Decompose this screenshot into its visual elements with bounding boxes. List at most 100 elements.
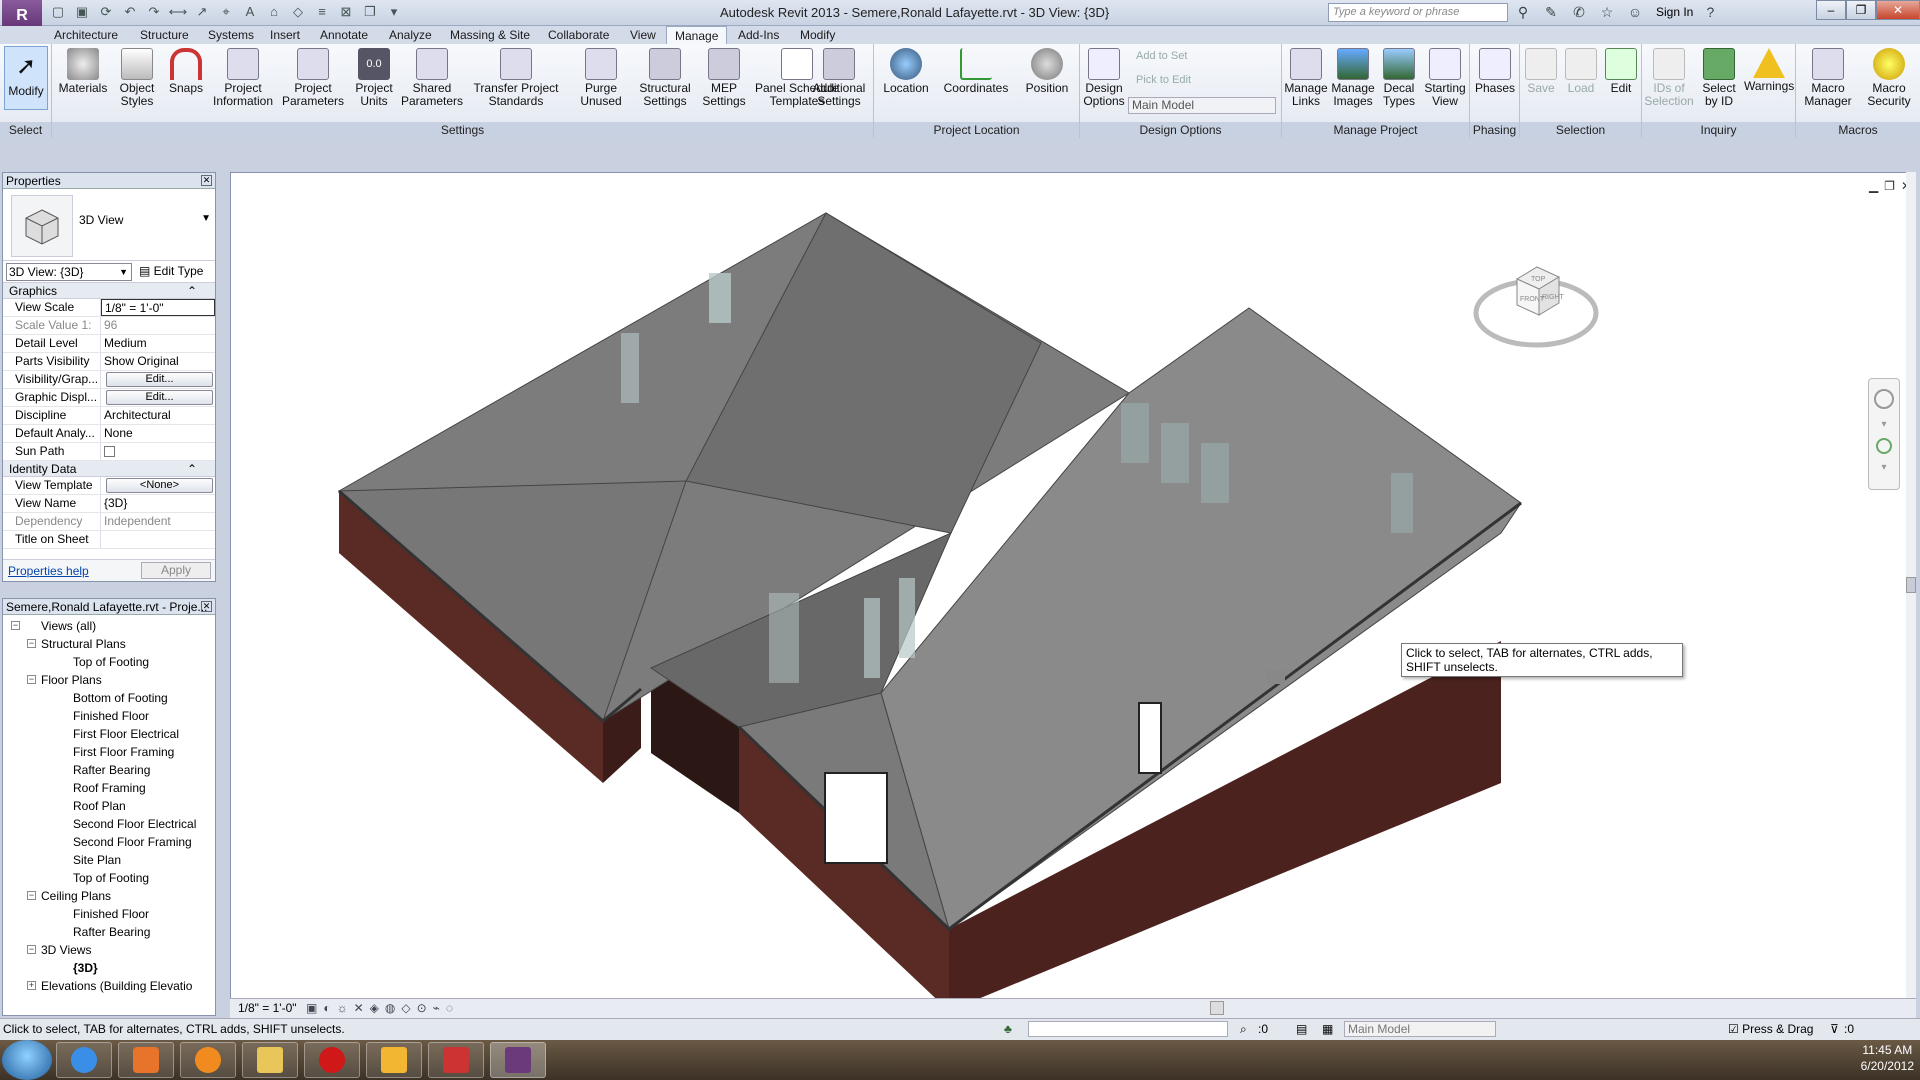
- chevron-down-icon[interactable]: ▾: [1869, 419, 1899, 430]
- property-value[interactable]: None: [101, 425, 215, 442]
- shared-parameters-button[interactable]: Shared Parameters: [400, 48, 464, 108]
- taskbar-revit[interactable]: [490, 1042, 546, 1078]
- active-design-option-select[interactable]: Main Model: [1344, 1021, 1496, 1037]
- property-edit-button[interactable]: Edit...: [106, 390, 213, 405]
- close-hidden-icon[interactable]: ⊠: [336, 3, 356, 21]
- entry-glass[interactable]: [769, 593, 799, 683]
- property-row[interactable]: View Scale 1/8" = 1'-0": [3, 299, 215, 317]
- collapse-icon[interactable]: −: [11, 621, 20, 630]
- tab-annotate[interactable]: Annotate: [312, 26, 376, 44]
- tree-item[interactable]: Roof Plan: [3, 797, 215, 815]
- clerestory-window[interactable]: [864, 598, 880, 678]
- property-value[interactable]: Edit...: [101, 389, 215, 406]
- edit-type-button[interactable]: ▤ Edit Type: [139, 264, 203, 278]
- save-selection-button[interactable]: Save: [1522, 48, 1560, 95]
- property-row[interactable]: Visibility/Grap... Edit...: [3, 371, 215, 389]
- close-button[interactable]: ✕: [1876, 0, 1920, 20]
- tab-architecture[interactable]: Architecture: [46, 26, 126, 44]
- property-row[interactable]: Discipline Architectural: [3, 407, 215, 425]
- tree-item[interactable]: − Floor Plans: [3, 671, 215, 689]
- restore-button[interactable]: ❐: [1846, 0, 1876, 20]
- group-identity-data[interactable]: Identity Data ⌃: [3, 461, 215, 477]
- property-value[interactable]: Independent: [101, 513, 215, 530]
- press-drag-checkbox[interactable]: ☑ Press & Drag: [1728, 1019, 1813, 1039]
- checkbox[interactable]: [104, 446, 115, 457]
- worksets-icon[interactable]: ♣: [1004, 1019, 1012, 1039]
- decal-types-button[interactable]: Decal Types: [1378, 48, 1420, 108]
- property-value[interactable]: [101, 531, 215, 548]
- modify-button[interactable]: ➚ Modify: [4, 46, 48, 110]
- dormer-window[interactable]: [1391, 473, 1413, 533]
- search-input[interactable]: Type a keyword or phrase: [1328, 3, 1508, 22]
- property-value[interactable]: Show Original: [101, 353, 215, 370]
- purge-unused-button[interactable]: Purge Unused: [568, 48, 634, 108]
- sun-path-checkbox[interactable]: [101, 443, 215, 460]
- phases-button[interactable]: Phases: [1474, 48, 1516, 95]
- skylight[interactable]: [621, 333, 639, 403]
- tab-structure[interactable]: Structure: [132, 26, 197, 44]
- property-edit-button[interactable]: Edit...: [106, 372, 213, 387]
- editable-only-icon[interactable]: ⌕: [1240, 1019, 1247, 1039]
- sign-in-link[interactable]: Sign In: [1656, 5, 1693, 19]
- collapse-icon[interactable]: −: [27, 675, 36, 684]
- open-icon[interactable]: ▢: [48, 3, 68, 21]
- location-button[interactable]: Location: [878, 48, 934, 95]
- dimension-icon[interactable]: ↗: [192, 3, 212, 21]
- transfer-project-standards-button[interactable]: Transfer Project Standards: [464, 48, 568, 108]
- tree-item[interactable]: Top of Footing: [3, 653, 215, 671]
- coordinates-button[interactable]: Coordinates: [936, 48, 1016, 95]
- taskbar-outlook[interactable]: [366, 1042, 422, 1078]
- thin-lines-icon[interactable]: ≡: [312, 3, 332, 21]
- dormer-window[interactable]: [1201, 443, 1229, 503]
- property-row[interactable]: View Name {3D}: [3, 495, 215, 513]
- undo-icon[interactable]: ↶: [120, 3, 140, 21]
- tree-item[interactable]: Roof Framing: [3, 779, 215, 797]
- property-value[interactable]: 1/8" = 1'-0": [101, 299, 215, 316]
- exclude-options-icon[interactable]: ▦: [1322, 1019, 1333, 1039]
- ids-of-selection-button[interactable]: IDs of Selection: [1644, 48, 1694, 108]
- additional-settings-button[interactable]: Additional Settings: [804, 48, 874, 108]
- tree-item[interactable]: {3D}: [3, 959, 215, 977]
- side-window[interactable]: [1138, 702, 1162, 774]
- pick-to-edit-button[interactable]: Pick to Edit: [1136, 74, 1191, 86]
- help-icon[interactable]: ?: [1699, 2, 1721, 22]
- group-graphics[interactable]: Graphics ⌃: [3, 283, 215, 299]
- tag-icon[interactable]: ⌖: [216, 3, 236, 21]
- property-row[interactable]: Sun Path: [3, 443, 215, 461]
- collapse-icon[interactable]: −: [27, 639, 36, 648]
- design-options-button[interactable]: Design Options: [1082, 48, 1126, 108]
- tree-item[interactable]: Rafter Bearing: [3, 923, 215, 941]
- sync-icon[interactable]: ⟳: [96, 3, 116, 21]
- property-row[interactable]: Detail Level Medium: [3, 335, 215, 353]
- add-to-set-button[interactable]: Add to Set: [1136, 50, 1187, 62]
- section-icon[interactable]: ◇: [288, 3, 308, 21]
- property-value[interactable]: {3D}: [101, 495, 215, 512]
- select-by-id-button[interactable]: Select by ID: [1696, 48, 1742, 108]
- tab-view[interactable]: View: [622, 26, 664, 44]
- property-row[interactable]: Dependency Independent: [3, 513, 215, 531]
- mep-settings-button[interactable]: MEP Settings: [696, 48, 752, 108]
- type-selector[interactable]: 3D View ▼: [3, 189, 215, 261]
- user-icon[interactable]: ☺: [1624, 2, 1646, 22]
- steering-wheel-icon[interactable]: [1874, 389, 1894, 409]
- position-button[interactable]: Position: [1018, 48, 1076, 95]
- customize-qat-icon[interactable]: ▾: [384, 3, 404, 21]
- tab-modify[interactable]: Modify: [792, 26, 843, 44]
- macro-security-button[interactable]: Macro Security: [1860, 48, 1918, 108]
- viewcube[interactable]: TOP FRONT RIGHT: [1471, 253, 1601, 353]
- taskbar-internet-explorer[interactable]: [56, 1042, 112, 1078]
- property-value[interactable]: <None>: [101, 477, 215, 494]
- tab-analyze[interactable]: Analyze: [381, 26, 440, 44]
- property-value[interactable]: 96: [101, 317, 215, 334]
- structural-settings-button[interactable]: Structural Settings: [634, 48, 696, 108]
- tab-systems[interactable]: Systems: [200, 26, 262, 44]
- switch-windows-icon[interactable]: ❐: [360, 3, 380, 21]
- object-styles-button[interactable]: Object Styles: [110, 48, 164, 108]
- warnings-button[interactable]: Warnings: [1744, 48, 1794, 93]
- tree-item[interactable]: Bottom of Footing: [3, 689, 215, 707]
- measure-icon[interactable]: ⟷: [168, 3, 188, 21]
- dormer-window[interactable]: [1121, 403, 1149, 463]
- tree-item[interactable]: − Ceiling Plans: [3, 887, 215, 905]
- property-row[interactable]: Parts Visibility Show Original: [3, 353, 215, 371]
- restore-icon[interactable]: ❐: [1884, 179, 1895, 193]
